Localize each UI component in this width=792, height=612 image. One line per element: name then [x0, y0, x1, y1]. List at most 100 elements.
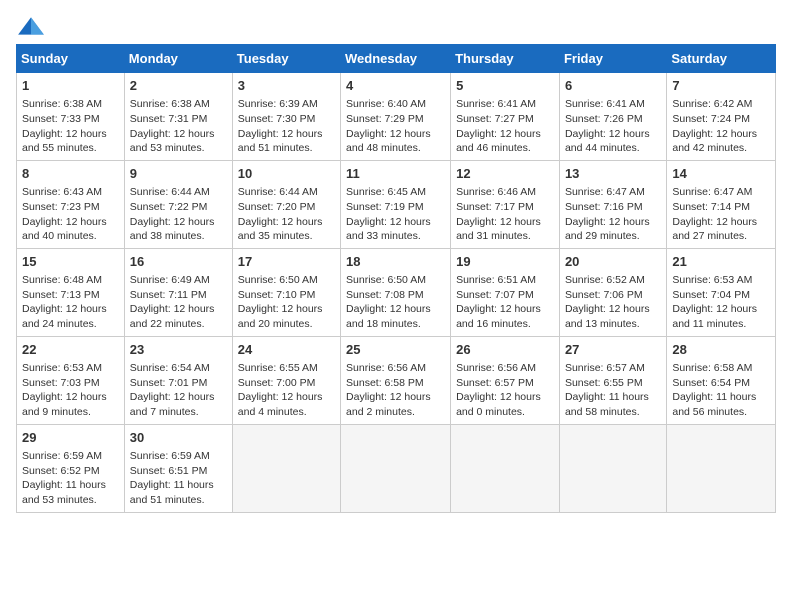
day-number: 2: [130, 77, 227, 95]
day-info: Sunset: 7:16 PM: [565, 200, 661, 215]
day-info: and 53 minutes.: [22, 493, 119, 508]
calendar-cell: 23Sunrise: 6:54 AMSunset: 7:01 PMDayligh…: [124, 336, 232, 424]
calendar-cell: 27Sunrise: 6:57 AMSunset: 6:55 PMDayligh…: [559, 336, 666, 424]
day-number: 15: [22, 253, 119, 271]
day-info: Daylight: 12 hours: [22, 127, 119, 142]
day-number: 18: [346, 253, 445, 271]
day-info: Sunset: 7:26 PM: [565, 112, 661, 127]
calendar-cell: 28Sunrise: 6:58 AMSunset: 6:54 PMDayligh…: [667, 336, 776, 424]
calendar-week-4: 29 Sunrise: 6:59 AM Sunset: 6:52 PM Dayligh…: [17, 424, 776, 512]
day-number: 28: [672, 341, 770, 359]
day-info: Sunset: 7:19 PM: [346, 200, 445, 215]
day-info: Daylight: 11 hours: [130, 478, 227, 493]
day-info: Sunset: 6:57 PM: [456, 376, 554, 391]
day-info: Sunset: 7:06 PM: [565, 288, 661, 303]
day-info: Sunrise: 6:47 AM: [672, 185, 770, 200]
day-info: Daylight: 12 hours: [238, 127, 335, 142]
day-info: Daylight: 12 hours: [565, 215, 661, 230]
calendar-cell: 6Sunrise: 6:41 AMSunset: 7:26 PMDaylight…: [559, 73, 666, 161]
calendar-cell: 17Sunrise: 6:50 AMSunset: 7:10 PMDayligh…: [232, 248, 340, 336]
day-number: 8: [22, 165, 119, 183]
day-info: and 31 minutes.: [456, 229, 554, 244]
day-info: Sunrise: 6:49 AM: [130, 273, 227, 288]
day-info: Sunrise: 6:41 AM: [565, 97, 661, 112]
day-number: 29: [22, 429, 119, 447]
day-info: Sunset: 6:58 PM: [346, 376, 445, 391]
calendar-cell: 21Sunrise: 6:53 AMSunset: 7:04 PMDayligh…: [667, 248, 776, 336]
header-day-friday: Friday: [559, 45, 666, 73]
calendar-cell: 24Sunrise: 6:55 AMSunset: 7:00 PMDayligh…: [232, 336, 340, 424]
calendar-cell: 14Sunrise: 6:47 AMSunset: 7:14 PMDayligh…: [667, 160, 776, 248]
calendar-week-2: 15Sunrise: 6:48 AMSunset: 7:13 PMDayligh…: [17, 248, 776, 336]
day-info: Daylight: 12 hours: [672, 302, 770, 317]
day-info: Daylight: 12 hours: [22, 302, 119, 317]
day-info: Sunset: 7:11 PM: [130, 288, 227, 303]
calendar-cell: 16Sunrise: 6:49 AMSunset: 7:11 PMDayligh…: [124, 248, 232, 336]
day-info: Daylight: 12 hours: [346, 302, 445, 317]
day-number: 1: [22, 77, 119, 95]
day-info: and 16 minutes.: [456, 317, 554, 332]
day-info: Sunrise: 6:38 AM: [130, 97, 227, 112]
day-info: and 42 minutes.: [672, 141, 770, 156]
day-info: Sunrise: 6:55 AM: [238, 361, 335, 376]
day-info: Sunset: 7:00 PM: [238, 376, 335, 391]
calendar-cell: 2Sunrise: 6:38 AMSunset: 7:31 PMDaylight…: [124, 73, 232, 161]
header-day-saturday: Saturday: [667, 45, 776, 73]
calendar-cell: 19Sunrise: 6:51 AMSunset: 7:07 PMDayligh…: [451, 248, 560, 336]
day-info: and 46 minutes.: [456, 141, 554, 156]
header-day-tuesday: Tuesday: [232, 45, 340, 73]
day-info: and 2 minutes.: [346, 405, 445, 420]
day-info: Sunset: 7:04 PM: [672, 288, 770, 303]
day-info: Sunset: 7:08 PM: [346, 288, 445, 303]
day-info: Sunrise: 6:58 AM: [672, 361, 770, 376]
day-info: Sunset: 7:20 PM: [238, 200, 335, 215]
calendar-cell: 8Sunrise: 6:43 AMSunset: 7:23 PMDaylight…: [17, 160, 125, 248]
calendar-cell: [451, 424, 560, 512]
day-info: Daylight: 12 hours: [672, 215, 770, 230]
day-info: Sunset: 6:51 PM: [130, 464, 227, 479]
calendar-cell: 10Sunrise: 6:44 AMSunset: 7:20 PMDayligh…: [232, 160, 340, 248]
day-info: and 27 minutes.: [672, 229, 770, 244]
day-info: Sunrise: 6:53 AM: [22, 361, 119, 376]
day-number: 7: [672, 77, 770, 95]
day-info: Sunrise: 6:52 AM: [565, 273, 661, 288]
day-number: 5: [456, 77, 554, 95]
day-info: Daylight: 12 hours: [456, 215, 554, 230]
day-info: Sunset: 7:10 PM: [238, 288, 335, 303]
day-info: Daylight: 12 hours: [22, 390, 119, 405]
day-info: Sunrise: 6:59 AM: [130, 449, 227, 464]
day-info: and 13 minutes.: [565, 317, 661, 332]
calendar-cell: 13Sunrise: 6:47 AMSunset: 7:16 PMDayligh…: [559, 160, 666, 248]
day-info: Sunset: 6:52 PM: [22, 464, 119, 479]
day-info: Daylight: 11 hours: [565, 390, 661, 405]
day-info: Daylight: 12 hours: [238, 390, 335, 405]
day-info: and 20 minutes.: [238, 317, 335, 332]
day-number: 27: [565, 341, 661, 359]
day-number: 11: [346, 165, 445, 183]
header-day-wednesday: Wednesday: [341, 45, 451, 73]
header-day-monday: Monday: [124, 45, 232, 73]
day-info: Sunrise: 6:54 AM: [130, 361, 227, 376]
day-number: 25: [346, 341, 445, 359]
day-info: Sunset: 7:01 PM: [130, 376, 227, 391]
calendar-cell: 7Sunrise: 6:42 AMSunset: 7:24 PMDaylight…: [667, 73, 776, 161]
day-number: 23: [130, 341, 227, 359]
day-info: Sunset: 7:14 PM: [672, 200, 770, 215]
day-info: and 9 minutes.: [22, 405, 119, 420]
calendar-body: 1Sunrise: 6:38 AMSunset: 7:33 PMDaylight…: [17, 73, 776, 513]
day-number: 6: [565, 77, 661, 95]
day-number: 26: [456, 341, 554, 359]
day-number: 22: [22, 341, 119, 359]
day-info: Daylight: 12 hours: [456, 302, 554, 317]
day-info: Sunrise: 6:46 AM: [456, 185, 554, 200]
calendar-cell: 4Sunrise: 6:40 AMSunset: 7:29 PMDaylight…: [341, 73, 451, 161]
day-info: Daylight: 12 hours: [456, 390, 554, 405]
calendar-cell: 20Sunrise: 6:52 AMSunset: 7:06 PMDayligh…: [559, 248, 666, 336]
day-info: Sunrise: 6:43 AM: [22, 185, 119, 200]
day-info: Sunrise: 6:44 AM: [238, 185, 335, 200]
day-info: and 55 minutes.: [22, 141, 119, 156]
day-info: Sunrise: 6:40 AM: [346, 97, 445, 112]
day-number: 9: [130, 165, 227, 183]
day-info: Sunset: 7:23 PM: [22, 200, 119, 215]
day-info: and 56 minutes.: [672, 405, 770, 420]
